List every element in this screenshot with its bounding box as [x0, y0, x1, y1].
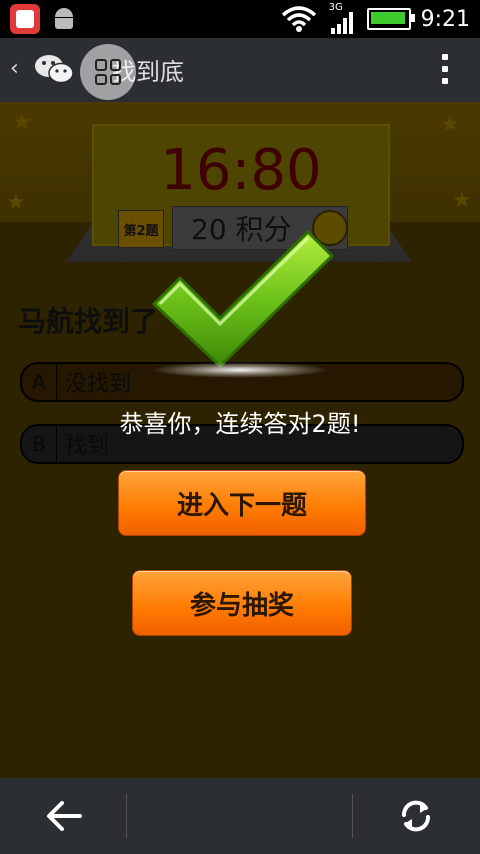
wifi-icon: [281, 6, 316, 32]
nav-divider: [352, 794, 353, 838]
status-bar: 3G 9:21: [0, 0, 480, 38]
refresh-icon[interactable]: [398, 798, 434, 834]
lottery-button[interactable]: 参与抽奖: [132, 570, 352, 636]
checkmark-glow: [150, 362, 330, 378]
android-debug-icon: [52, 4, 76, 30]
app-notification-icon: [10, 4, 40, 34]
app-header: ‹ 找到底: [0, 38, 480, 102]
quiz-content: ★ ★ ★ ★ 16:80 第2题 20 积分 马航找到了 A 没找到 B 找到: [0, 102, 480, 778]
bottom-navigation: [0, 778, 480, 854]
signal-icon: 3G: [327, 2, 357, 34]
option-label: 没找到: [65, 372, 132, 397]
question-text: 马航找到了: [18, 305, 159, 338]
next-question-button[interactable]: 进入下一题: [118, 470, 366, 536]
nav-divider: [126, 794, 127, 838]
congrats-message: 恭喜你，连续答对2题!: [119, 410, 361, 438]
floating-grid-icon[interactable]: [80, 44, 136, 100]
battery-icon: [366, 8, 415, 30]
back-chevron-icon[interactable]: ‹: [10, 56, 19, 81]
wechat-icon[interactable]: [34, 52, 74, 86]
option-letter: A: [22, 364, 57, 400]
checkmark-icon: [152, 230, 334, 368]
timer-display: 16:80: [160, 138, 322, 203]
overflow-menu-icon[interactable]: [442, 54, 448, 84]
back-arrow-icon[interactable]: [44, 800, 84, 832]
status-time: 9:21: [420, 6, 470, 32]
